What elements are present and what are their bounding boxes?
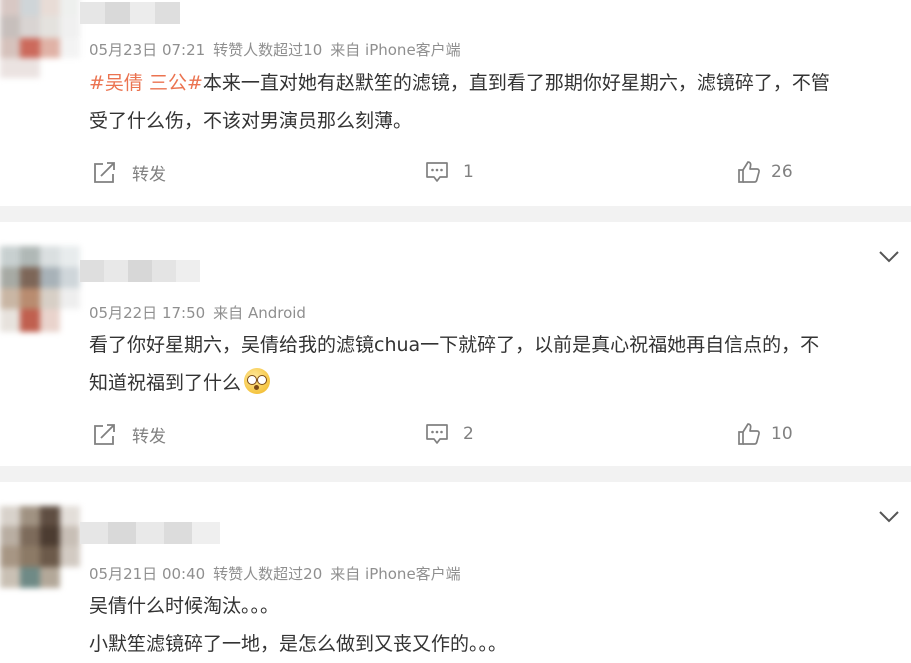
repost-label: 转发 bbox=[132, 165, 166, 185]
flushed-face-emoji-icon bbox=[244, 368, 271, 394]
post-line: 知道祝福到了什么 bbox=[89, 364, 819, 402]
post-line: 受了什么伤，不该对男演员那么刻薄。 bbox=[89, 110, 413, 132]
repost-count-text: 转赞人数超过10 bbox=[213, 41, 323, 59]
chevron-down-icon[interactable] bbox=[877, 244, 901, 268]
post-date: 05月22日 17:50 bbox=[89, 304, 206, 322]
like-button[interactable]: 26 bbox=[737, 160, 793, 184]
post-date: 05月21日 00:40 bbox=[89, 565, 206, 583]
post-meta: 05月22日 17:50 来自 Android bbox=[89, 302, 314, 323]
username-blurred[interactable] bbox=[80, 2, 180, 24]
avatar[interactable] bbox=[0, 0, 80, 78]
username-blurred[interactable] bbox=[80, 522, 220, 544]
post-card: 05月22日 17:50 来自 Android 看了你好星期六，吴倩给我的滤镜ch… bbox=[0, 222, 911, 466]
repost-label: 转发 bbox=[132, 427, 166, 447]
post-separator bbox=[0, 206, 911, 222]
avatar[interactable] bbox=[0, 246, 80, 332]
post-source: 来自 iPhone客户端 bbox=[330, 41, 461, 59]
share-square-icon bbox=[94, 161, 115, 183]
post-source: 来自 Android bbox=[213, 304, 306, 322]
username-blurred[interactable] bbox=[80, 260, 200, 282]
post-body: 看了你好星期六，吴倩给我的滤镜chua一下就碎了，以前是真心祝福她再自信点的，不… bbox=[89, 326, 819, 402]
post-line: 吴倩什么时候淘汰。。。 bbox=[89, 595, 280, 617]
comment-bubble-icon bbox=[426, 424, 448, 444]
repost-count-text: 转赞人数超过20 bbox=[213, 565, 323, 583]
avatar[interactable] bbox=[0, 506, 80, 588]
post-line: 小默笙滤镜碎了一地，是怎么做到又丧又作的。。。 bbox=[89, 633, 508, 655]
post-card: 05月23日 07:21 转赞人数超过10 来自 iPhone客户端 #吴倩 三公#… bbox=[0, 0, 911, 207]
post-line: 看了你好星期六，吴倩给我的滤镜chua一下就碎了，以前是真心祝福她再自信点的，不 bbox=[89, 334, 820, 356]
action-bar: 转发 2 10 bbox=[0, 422, 911, 452]
chevron-down-icon[interactable] bbox=[877, 504, 901, 528]
post-line: #吴倩 三公#本来一直对她有赵默笙的滤镜，直到看了那期你好星期六，滤镜碎了，不管 bbox=[89, 72, 830, 94]
repost-button[interactable]: 转发 bbox=[92, 422, 166, 447]
share-square-icon bbox=[94, 423, 115, 445]
like-count: 26 bbox=[771, 162, 793, 182]
thumbs-up-icon bbox=[738, 423, 760, 445]
post-separator bbox=[0, 466, 911, 482]
thumbs-up-icon bbox=[738, 161, 760, 183]
post-date: 05月23日 07:21 bbox=[89, 41, 206, 59]
post-meta: 05月21日 00:40 转赞人数超过20 来自 iPhone客户端 bbox=[89, 563, 469, 584]
comment-count: 1 bbox=[463, 162, 474, 182]
like-count: 10 bbox=[771, 424, 793, 444]
post-meta: 05月23日 07:21 转赞人数超过10 来自 iPhone客户端 bbox=[89, 39, 469, 60]
like-button[interactable]: 10 bbox=[737, 422, 793, 446]
action-bar: 转发 1 26 bbox=[0, 160, 911, 190]
comment-bubble-icon bbox=[426, 162, 448, 182]
repost-button[interactable]: 转发 bbox=[92, 160, 166, 185]
post-card: 05月21日 00:40 转赞人数超过20 来自 iPhone客户端 吴倩什么时候淘… bbox=[0, 482, 911, 656]
comment-button[interactable]: 1 bbox=[425, 160, 474, 184]
comment-button[interactable]: 2 bbox=[425, 422, 474, 446]
post-body: 吴倩什么时候淘汰。。。 小默笙滤镜碎了一地，是怎么做到又丧又作的。。。 bbox=[89, 587, 507, 663]
post-body: #吴倩 三公#本来一直对她有赵默笙的滤镜，直到看了那期你好星期六，滤镜碎了，不管… bbox=[89, 64, 830, 140]
post-source: 来自 iPhone客户端 bbox=[330, 565, 461, 583]
comment-count: 2 bbox=[463, 424, 474, 444]
hashtag-link[interactable]: #吴倩 三公# bbox=[89, 72, 203, 94]
